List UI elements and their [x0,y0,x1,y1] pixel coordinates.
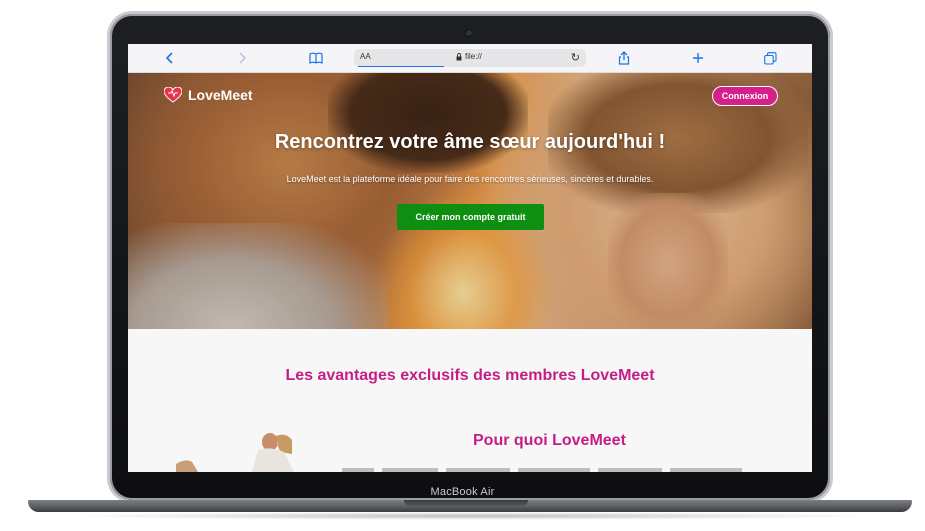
camera-icon [466,30,472,36]
tabs-icon[interactable] [760,49,780,67]
hero-section: LoveMeet Connexion Rencontrez votre âme … [128,73,812,329]
heart-logo-icon [164,87,182,103]
logo-text: LoveMeet [188,87,253,103]
address-bar[interactable]: AA file:// ↻ [354,49,586,67]
address-underline [358,66,444,67]
advantages-title: Les avantages exclusifs des membres Love… [285,367,655,384]
why-title: Pour quoi LoveMeet [473,432,626,449]
site-logo[interactable]: LoveMeet [164,87,253,103]
couple-image [176,432,306,472]
lock-icon [456,52,462,60]
bookmarks-icon[interactable] [306,49,326,67]
reload-icon[interactable]: ↻ [571,51,580,64]
forward-icon[interactable] [232,49,252,67]
device-label: MacBook Air [430,486,495,498]
hero-title: Rencontrez votre âme sœur aujourd'hui ! [274,131,666,153]
hero-overlay [128,73,812,329]
new-tab-icon[interactable] [688,49,708,67]
laptop-screen: AA file:// ↻ LoveMeet Connexion Rencontr… [128,44,812,472]
browser-toolbar: AA file:// ↻ [128,44,812,73]
laptop-shadow [60,512,880,520]
reader-aa-button[interactable]: AA [360,52,371,61]
why-paragraph-cutoff [342,468,742,472]
back-icon[interactable] [160,49,180,67]
login-button[interactable]: Connexion [712,86,778,106]
create-account-button[interactable]: Créer mon compte gratuit [397,204,544,230]
hero-subtitle: LoveMeet est la plateforme idéale pour f… [286,174,654,184]
laptop-notch [404,500,528,506]
url-display[interactable]: file:// [456,52,482,61]
url-text: file:// [465,52,482,61]
share-icon[interactable] [614,49,634,67]
